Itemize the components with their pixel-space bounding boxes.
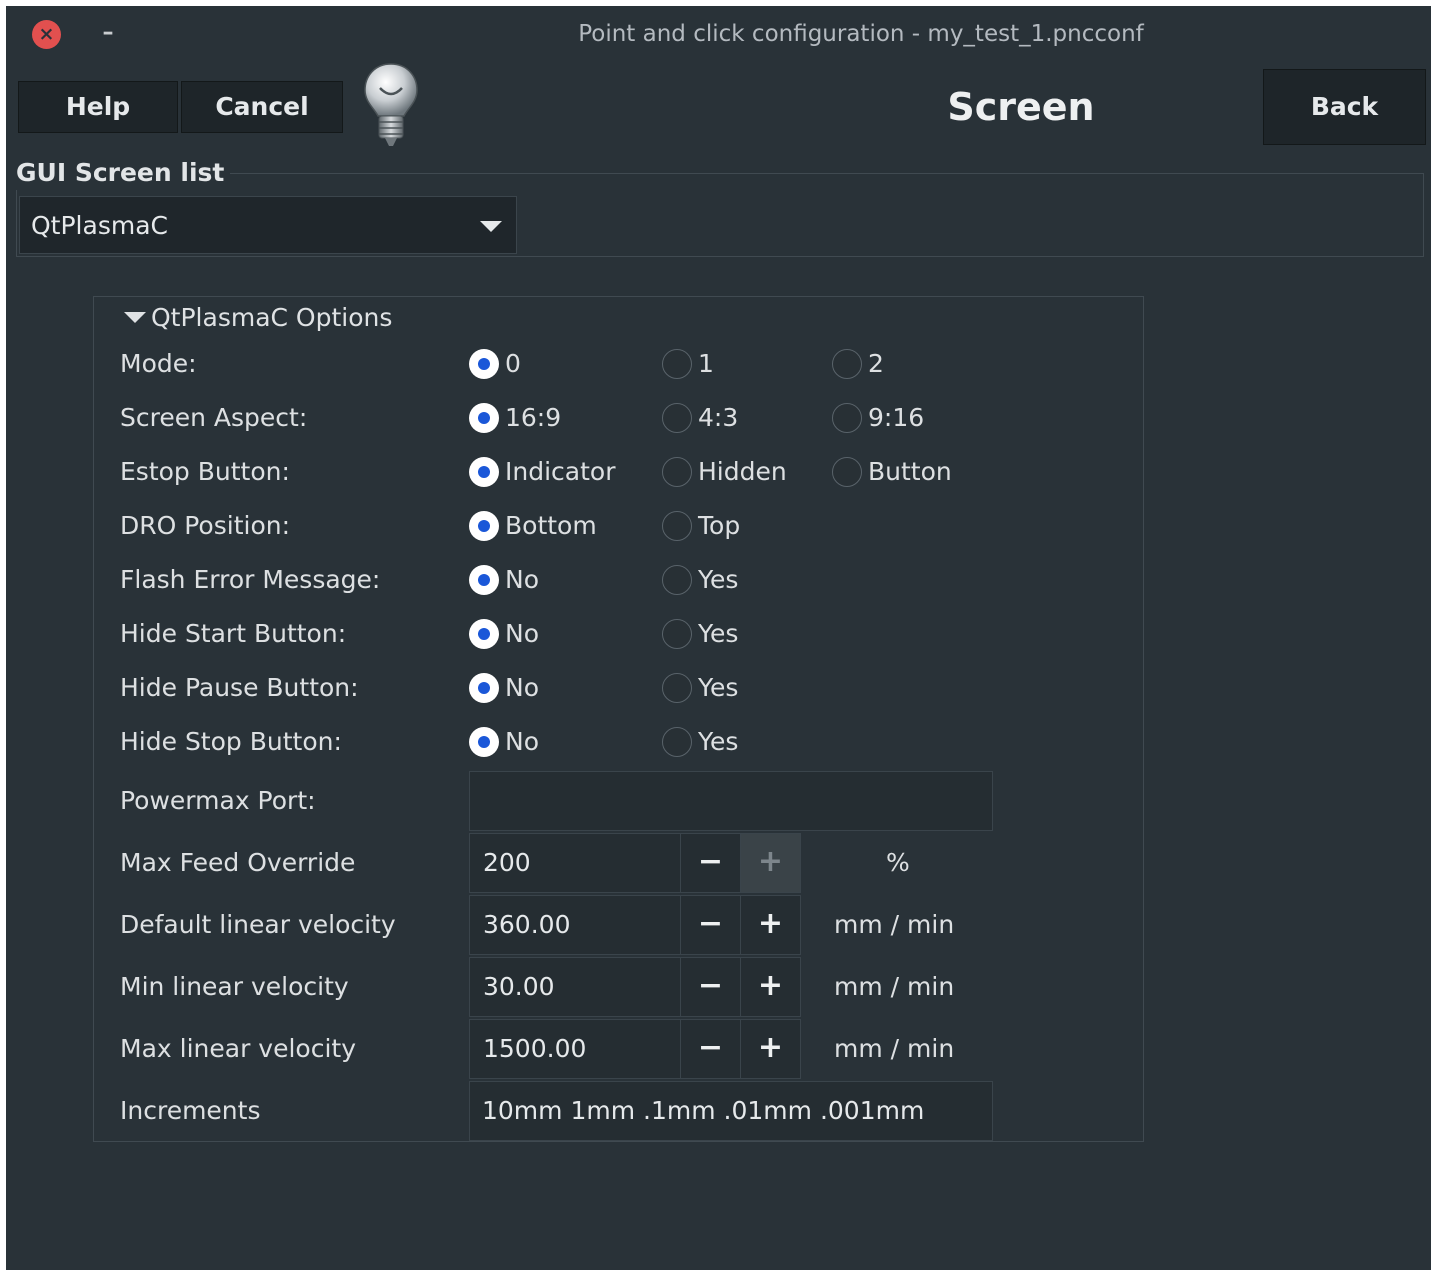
decrement-button[interactable]: − [680, 1020, 740, 1078]
mode-label: Mode: [120, 349, 197, 378]
radio-indicator [469, 349, 499, 379]
default-linear-velocity-label: Default linear velocity [120, 910, 396, 939]
radio-indicator [469, 565, 499, 595]
radio-indicator [662, 565, 692, 595]
default-linear-velocity-unit: mm / min [834, 910, 955, 939]
radio-indicator [469, 511, 499, 541]
lightbulb-icon[interactable] [361, 60, 421, 148]
window-minimize-button[interactable]: – [98, 20, 118, 46]
radio-indicator [662, 457, 692, 487]
radio-indicator [469, 457, 499, 487]
radio-indicator [662, 403, 692, 433]
decrement-button[interactable]: − [680, 834, 740, 892]
default-linear-velocity-value[interactable]: 360.00 [483, 896, 570, 954]
increment-button[interactable]: + [740, 896, 800, 954]
gui-screen-list-label: GUI Screen list [16, 156, 231, 190]
pncconf-window: × – Point and click configuration - my_t… [6, 6, 1431, 1270]
gui-screen-dropdown[interactable]: QtPlasmaC [19, 196, 517, 254]
increments-label: Increments [120, 1096, 261, 1125]
min-linear-velocity-value[interactable]: 30.00 [483, 958, 555, 1016]
powermax-port-label: Powermax Port: [120, 786, 316, 815]
screen-aspect-label: Screen Aspect: [120, 403, 308, 432]
radio-indicator [832, 457, 862, 487]
gui-screen-selected-value: QtPlasmaC [31, 211, 168, 240]
radio-indicator [662, 619, 692, 649]
max-linear-velocity-value[interactable]: 1500.00 [483, 1020, 586, 1078]
min-linear-velocity-spinner[interactable]: 30.00 − + [469, 957, 801, 1017]
qtplasmac-options-header: QtPlasmaC Options [151, 303, 393, 332]
hide-pause-label: Hide Pause Button: [120, 673, 359, 702]
default-linear-velocity-spinner[interactable]: 360.00 − + [469, 895, 801, 955]
radio-indicator [662, 511, 692, 541]
page-title: Screen [947, 85, 1095, 129]
radio-indicator [662, 727, 692, 757]
radio-indicator [469, 727, 499, 757]
title-bar: × – Point and click configuration - my_t… [6, 6, 1431, 62]
hide-stop-label: Hide Stop Button: [120, 727, 342, 756]
radio-indicator [832, 403, 862, 433]
radio-indicator [662, 673, 692, 703]
max-feed-override-label: Max Feed Override [120, 848, 356, 877]
max-feed-override-spinner[interactable]: 200 − + [469, 833, 801, 893]
radio-indicator [469, 403, 499, 433]
increments-input[interactable]: 10mm 1mm .1mm .01mm .001mm [469, 1081, 993, 1141]
increment-button[interactable]: + [740, 958, 800, 1016]
qtplasmac-options-expander[interactable]: QtPlasmaC Options [124, 300, 392, 336]
max-linear-velocity-label: Max linear velocity [120, 1034, 356, 1063]
min-linear-velocity-label: Min linear velocity [120, 972, 349, 1001]
max-linear-velocity-spinner[interactable]: 1500.00 − + [469, 1019, 801, 1079]
radio-indicator [469, 673, 499, 703]
window-close-button[interactable]: × [32, 20, 61, 49]
expander-arrow-icon [124, 311, 146, 323]
hide-start-label: Hide Start Button: [120, 619, 347, 648]
minimize-icon: – [102, 20, 114, 45]
back-button[interactable]: Back [1263, 69, 1426, 145]
max-feed-override-unit: % [886, 848, 910, 877]
min-linear-velocity-unit: mm / min [834, 972, 955, 1001]
radio-indicator [469, 619, 499, 649]
max-feed-override-value[interactable]: 200 [483, 834, 531, 892]
increment-button[interactable]: + [740, 834, 800, 892]
window-title: Point and click configuration - my_test_… [578, 21, 1144, 47]
decrement-button[interactable]: − [680, 958, 740, 1016]
max-linear-velocity-unit: mm / min [834, 1034, 955, 1063]
radio-indicator [662, 349, 692, 379]
decrement-button[interactable]: − [680, 896, 740, 954]
dropdown-arrow-icon [480, 221, 502, 232]
help-button[interactable]: Help [18, 81, 178, 133]
dro-position-label: DRO Position: [120, 511, 291, 540]
radio-indicator [832, 349, 862, 379]
increment-button[interactable]: + [740, 1020, 800, 1078]
flash-error-label: Flash Error Message: [120, 565, 381, 594]
powermax-port-input[interactable] [469, 771, 993, 831]
estop-button-label: Estop Button: [120, 457, 290, 486]
close-icon: × [38, 23, 55, 45]
cancel-button[interactable]: Cancel [181, 81, 343, 133]
